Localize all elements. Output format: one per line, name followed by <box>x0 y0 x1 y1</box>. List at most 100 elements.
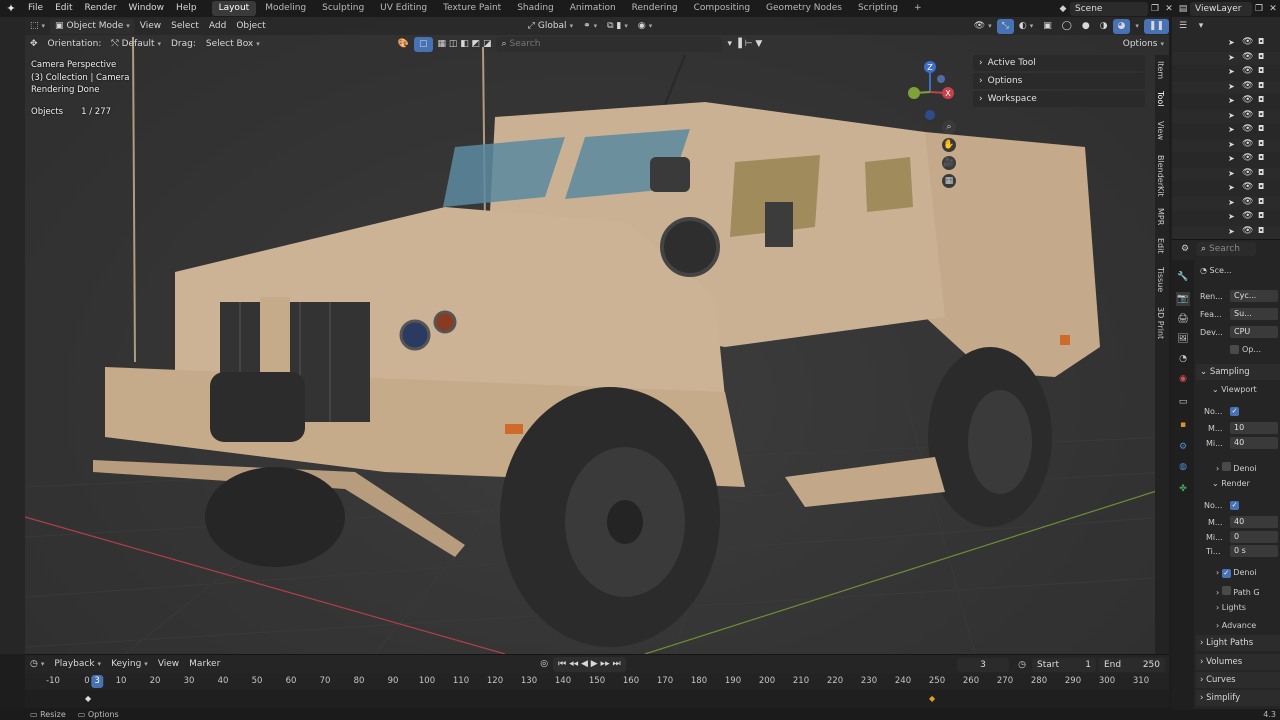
time-limit-field[interactable]: 0 s <box>1230 545 1278 557</box>
object-tab-icon[interactable]: ▪ <box>1176 418 1190 432</box>
path-guiding-checkbox[interactable] <box>1221 586 1231 595</box>
properties-search[interactable]: ⌕ Search <box>1196 242 1256 256</box>
filter-icons[interactable]: ▦ ◫ ◧ ◩ ◪ <box>433 37 497 52</box>
scene-tab-icon[interactable]: ◔ <box>1176 352 1190 366</box>
playhead[interactable]: 3 <box>91 675 103 688</box>
keying-menu[interactable]: Keying ▾ <box>106 657 153 672</box>
shading-rendered-icon[interactable]: ◕ <box>1112 18 1131 34</box>
pause-render-icon[interactable]: ❚❚ <box>1143 18 1169 34</box>
eye-icon[interactable]: 👁 <box>1242 197 1253 207</box>
render-engine-dropdown[interactable]: Cyc... <box>1230 290 1278 302</box>
render-subsection[interactable]: ⌄ Render <box>1212 479 1250 488</box>
eye-icon[interactable]: 👁 <box>1242 95 1253 105</box>
eye-icon[interactable]: 👁 <box>1242 153 1253 163</box>
options-dropdown[interactable]: Options ▾ <box>1118 37 1169 52</box>
close-icon[interactable]: ✕ <box>1162 2 1176 16</box>
transform-orientation-dropdown[interactable]: ⤢ Global ▾ <box>523 19 578 34</box>
eye-icon[interactable]: 👁 <box>1242 168 1253 178</box>
path-guiding-subsection[interactable]: › Path G <box>1216 586 1260 597</box>
menu-render[interactable]: Render <box>79 0 123 17</box>
menu-select[interactable]: Select <box>166 19 204 34</box>
outliner-row[interactable]: ➤ 👁 ◘ <box>1172 211 1280 224</box>
tab-texture-paint[interactable]: Texture Paint <box>436 1 508 16</box>
search-input[interactable]: ⌕ Search <box>496 36 723 52</box>
render-tab-icon[interactable]: 📷 <box>1176 292 1190 306</box>
eye-icon[interactable]: 👁 <box>1242 66 1253 76</box>
noise-threshold-render-checkbox[interactable]: ✓ <box>1230 501 1239 510</box>
select-arrow-icon[interactable]: ➤ <box>1228 140 1235 149</box>
camera-restrict-icon[interactable]: ◘ <box>1258 168 1264 177</box>
outliner-row[interactable]: ➤ 👁 ◘ <box>1172 124 1280 137</box>
outliner-row[interactable]: ➤ 👁 ◘ <box>1172 167 1280 181</box>
select-arrow-icon[interactable]: ➤ <box>1228 96 1235 105</box>
tab-rendering[interactable]: Rendering <box>625 1 685 16</box>
outliner-row[interactable]: ➤ 👁 ◘ <box>1172 182 1280 195</box>
options-panel[interactable]: › Options <box>973 73 1145 89</box>
frame-ruler[interactable]: -10 0 10 20 30 40 50 60 70 80 90 100 110 120 130 140 150… <box>25 674 1169 690</box>
shading-dropdown-icon[interactable]: ▾ <box>1130 19 1144 34</box>
timeline-view-menu[interactable]: View <box>153 657 184 672</box>
menu-window[interactable]: Window <box>123 0 171 17</box>
advanced-subsection[interactable]: › Advance <box>1216 621 1256 630</box>
select-arrow-icon[interactable]: ➤ <box>1228 212 1235 221</box>
outliner-row[interactable]: ➤ 👁 ◘ <box>1172 95 1280 108</box>
eye-icon[interactable]: 👁 <box>1242 37 1253 47</box>
select-arrow-icon[interactable]: ➤ <box>1228 53 1235 62</box>
tab-3d-print[interactable]: 3D Print <box>1156 307 1165 339</box>
drag-dropdown[interactable]: Select Box ▾ <box>201 37 265 52</box>
add-workspace-button[interactable]: + <box>907 1 929 16</box>
device-dropdown[interactable]: CPU <box>1230 326 1278 338</box>
copy-icon[interactable]: ❐ <box>1148 2 1162 16</box>
editor-type-button[interactable]: ⬚ ▾ <box>25 19 50 34</box>
outliner-row[interactable]: ➤ 👁 ◘ <box>1172 37 1280 50</box>
tool-tab-icon[interactable]: 🔧 <box>1176 270 1190 284</box>
camera-restrict-icon[interactable]: ◘ <box>1258 153 1264 162</box>
denoise-checkbox[interactable] <box>1221 462 1231 471</box>
end-frame-field[interactable]: End 250 <box>1099 657 1165 672</box>
outliner-row[interactable]: ➤ 👁 ◘ <box>1172 66 1280 79</box>
pan-hand-icon[interactable]: ✋ <box>942 138 956 152</box>
overlay-toggle-icon[interactable]: ◐ ▾ <box>1014 19 1038 34</box>
workspace-panel[interactable]: › Workspace <box>973 91 1145 107</box>
select-arrow-icon[interactable]: ➤ <box>1228 125 1235 134</box>
select-arrow-icon[interactable]: ➤ <box>1228 154 1235 163</box>
camera-restrict-icon[interactable]: ◘ <box>1258 52 1264 61</box>
shading-wire-icon[interactable]: ◯ <box>1057 19 1077 34</box>
navigation-gizmo[interactable]: Z X <box>905 57 965 127</box>
menu-view[interactable]: View <box>135 19 166 34</box>
keyframe-diamond-icon[interactable]: ◆ <box>929 694 935 703</box>
tab-modeling[interactable]: Modeling <box>258 1 313 16</box>
modifier-tab-icon[interactable]: ⚙ <box>1176 440 1190 454</box>
view-layer-tab-icon[interactable]: 🖼 <box>1176 332 1190 346</box>
tab-animation[interactable]: Animation <box>563 1 623 16</box>
tab-view[interactable]: View <box>1156 121 1165 140</box>
denoise-render-checkbox[interactable]: ✓ <box>1221 569 1231 578</box>
visibility-icon[interactable]: 👁 ▾ <box>969 19 997 34</box>
camera-restrict-icon[interactable]: ◘ <box>1258 124 1264 133</box>
noise-threshold-checkbox[interactable]: ✓ <box>1230 407 1239 416</box>
menu-edit[interactable]: Edit <box>49 0 78 17</box>
shading-material-icon[interactable]: ◑ <box>1095 19 1113 34</box>
volumes-section[interactable]: › Volumes <box>1196 654 1280 670</box>
collection-tab-icon[interactable]: ▭ <box>1176 395 1190 409</box>
world-tab-icon[interactable]: ◉ <box>1176 372 1190 386</box>
tab-shading[interactable]: Shading <box>510 1 561 16</box>
lights-subsection[interactable]: › Lights <box>1216 603 1246 612</box>
simplify-section[interactable]: › Simplify <box>1196 690 1280 706</box>
outliner-row[interactable]: ➤ 👁 ◘ <box>1172 196 1280 210</box>
tab-tool[interactable]: Tool <box>1156 91 1165 107</box>
camera-restrict-icon[interactable]: ◘ <box>1258 139 1264 148</box>
outliner-row[interactable]: ➤ 👁 ◘ <box>1172 109 1280 123</box>
tab-scripting[interactable]: Scripting <box>851 1 905 16</box>
gizmo-toggle-icon[interactable]: ⤡ <box>996 18 1014 34</box>
xray-icon[interactable]: ▣ <box>1038 19 1057 34</box>
eye-icon[interactable]: 👁 <box>1242 110 1253 120</box>
move-tool-icon[interactable]: ✥ <box>25 37 43 52</box>
playback-controls[interactable]: ⏮ ◂◂ ◀ ▶ ▸▸ ⏭ <box>553 657 626 672</box>
ortho-grid-icon[interactable]: ▦ <box>942 174 956 188</box>
outliner-row[interactable]: ➤ 👁 ◘ <box>1172 80 1280 94</box>
sampling-section[interactable]: ⌄ Sampling <box>1196 364 1280 380</box>
select-arrow-icon[interactable]: ➤ <box>1228 111 1235 120</box>
camera-restrict-icon[interactable]: ◘ <box>1258 66 1264 75</box>
timeline-editor-icon[interactable]: ◷ ▾ <box>25 657 49 672</box>
